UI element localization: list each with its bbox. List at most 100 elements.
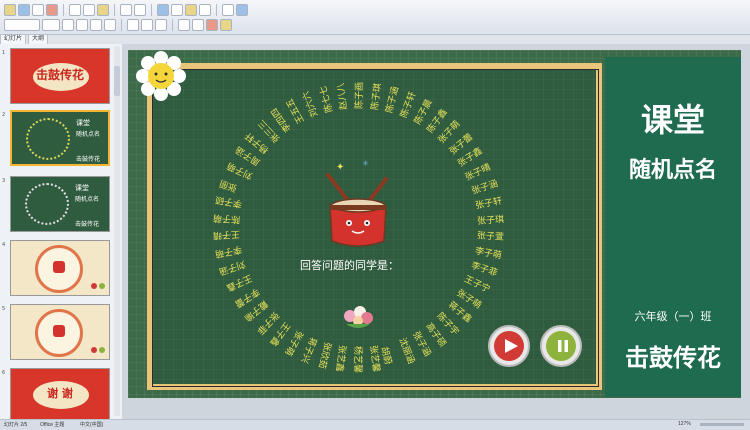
thumb-text: 课堂 (75, 184, 89, 192)
shadow-icon[interactable] (104, 19, 116, 31)
insert-table-icon[interactable] (157, 4, 169, 16)
status-language: 中文(中国) (80, 422, 104, 428)
thumb-text: 击鼓传花 (76, 156, 101, 163)
toolbar-row-top (4, 3, 248, 17)
bold-icon[interactable] (62, 19, 74, 31)
paste-icon[interactable] (97, 4, 109, 16)
thumbnail-slide-1[interactable]: 击鼓传花 (10, 48, 110, 104)
italic-icon[interactable] (76, 19, 88, 31)
sparkle-icon: ✦ ✳ (336, 159, 369, 173)
thumb-title: 谢 谢 (47, 387, 73, 400)
game-title: 击鼓传花 (625, 344, 721, 372)
pause-icon (558, 340, 568, 352)
cut-icon[interactable] (69, 4, 81, 16)
class-label: 六年级（一）班 (634, 310, 712, 323)
scrollbar-knob[interactable] (114, 66, 120, 96)
underline-icon[interactable] (90, 19, 102, 31)
thumbnail-tabs: 幻灯片 大纲 (0, 34, 122, 44)
numbering-icon[interactable] (192, 19, 204, 31)
toolbar-row-bottom (4, 18, 232, 32)
thumb-text: 击鼓传花 (75, 221, 100, 228)
play-button[interactable] (488, 325, 530, 367)
insert-chart-icon[interactable] (171, 4, 183, 16)
bullets-icon[interactable] (178, 19, 190, 31)
panel-title-line1: 课堂 (640, 101, 705, 139)
thumb-number: 6 (2, 370, 6, 376)
thumb-title: 击鼓传花 (35, 68, 84, 82)
thumb-text: 随机点名 (75, 196, 100, 203)
toolbar-separator (63, 4, 64, 16)
insert-picture-icon[interactable] (185, 4, 197, 16)
insert-shape-icon[interactable] (199, 4, 211, 16)
tab-outline[interactable]: 大纲 (28, 34, 49, 44)
thumbnail-slide-3[interactable]: 课堂 随机点名 击鼓传花 (10, 176, 110, 232)
open-icon[interactable] (18, 4, 30, 16)
wheel-name: 王子晴 (212, 228, 241, 241)
play-icon (91, 283, 97, 289)
answer-prompt: 回答问题的同学是： (300, 259, 399, 272)
ribbon-toolbar (0, 0, 750, 35)
toolbar-separator (114, 4, 115, 16)
toolbar-separator (172, 19, 173, 31)
toolbar-separator (121, 19, 122, 31)
pause-icon (99, 347, 105, 353)
tab-slides[interactable]: 幻灯片 (0, 34, 27, 44)
drum-icon (53, 261, 65, 273)
undo-icon[interactable] (120, 4, 132, 16)
wheel-name: 陈子萌 (213, 211, 241, 224)
status-theme: Office 主题 (40, 422, 65, 428)
font-size-select[interactable] (42, 19, 60, 31)
font-color-icon[interactable] (206, 19, 218, 31)
thumb-number: 3 (2, 178, 6, 184)
new-icon[interactable] (4, 4, 16, 16)
save-icon[interactable] (32, 4, 44, 16)
wheel-name: 杨艺馨 (352, 345, 363, 374)
wheel-name: 陈子琪 (369, 82, 384, 111)
pause-icon (99, 283, 105, 289)
wheel-name: 张子萱 (476, 231, 504, 244)
thumb-text: 随机点名 (76, 131, 101, 138)
font-name-select[interactable] (4, 19, 40, 31)
thumbnails-scrollbar[interactable] (114, 46, 120, 416)
status-bar: 幻灯片 2/5 Office 主题 中文(中国) 127% (0, 419, 750, 430)
thumb-wheel (26, 118, 70, 160)
thumbnail-slide-4[interactable] (10, 240, 110, 296)
align-left-icon[interactable] (127, 19, 139, 31)
drum-icon (53, 325, 65, 337)
play-icon (505, 339, 518, 353)
thumb-number: 4 (2, 242, 6, 248)
zoom-slider[interactable] (700, 423, 744, 426)
drum-icon (326, 173, 388, 247)
pause-button[interactable] (540, 325, 582, 367)
toolbar-separator (151, 4, 152, 16)
sun-flower-icon (136, 51, 186, 101)
play-icon (91, 347, 97, 353)
svg-text:✳: ✳ (362, 159, 369, 168)
wheel-name: 张子琪 (476, 214, 505, 227)
copy-icon[interactable] (83, 4, 95, 16)
thumb-number: 5 (2, 306, 6, 312)
thumb-text: 课堂 (76, 119, 90, 127)
flower-icon (344, 306, 373, 328)
print-icon[interactable] (46, 4, 58, 16)
align-center-icon[interactable] (141, 19, 153, 31)
svg-text:✦: ✦ (336, 162, 344, 173)
redo-icon[interactable] (134, 4, 146, 16)
zoom-level[interactable]: 127% (678, 421, 691, 427)
align-right-icon[interactable] (155, 19, 167, 31)
fill-color-icon[interactable] (220, 19, 232, 31)
thumbnail-slide-6[interactable]: 谢 谢 (10, 368, 110, 419)
thumb-number: 1 (2, 50, 6, 56)
thumb-number: 2 (2, 112, 6, 118)
zoom-icon[interactable] (222, 4, 234, 16)
slide-thumbnails-pane: 1 击鼓传花 2 课堂 随机点名 击鼓传花 3 课堂 随机点名 击鼓传花 4 5… (0, 44, 123, 419)
status-slide-count: 幻灯片 2/5 (4, 422, 28, 428)
thumbnail-slide-2[interactable]: 课堂 随机点名 击鼓传花 (10, 110, 110, 166)
thumb-wheel (25, 183, 69, 225)
panel-title-line2: 随机点名 (628, 158, 717, 183)
thumbnail-slide-5[interactable] (10, 304, 110, 360)
wheel-name: 张艺馨 (366, 344, 381, 373)
wheel-name: 陈子画 (355, 81, 366, 110)
toolbar-separator (216, 4, 217, 16)
help-icon[interactable] (236, 4, 248, 16)
